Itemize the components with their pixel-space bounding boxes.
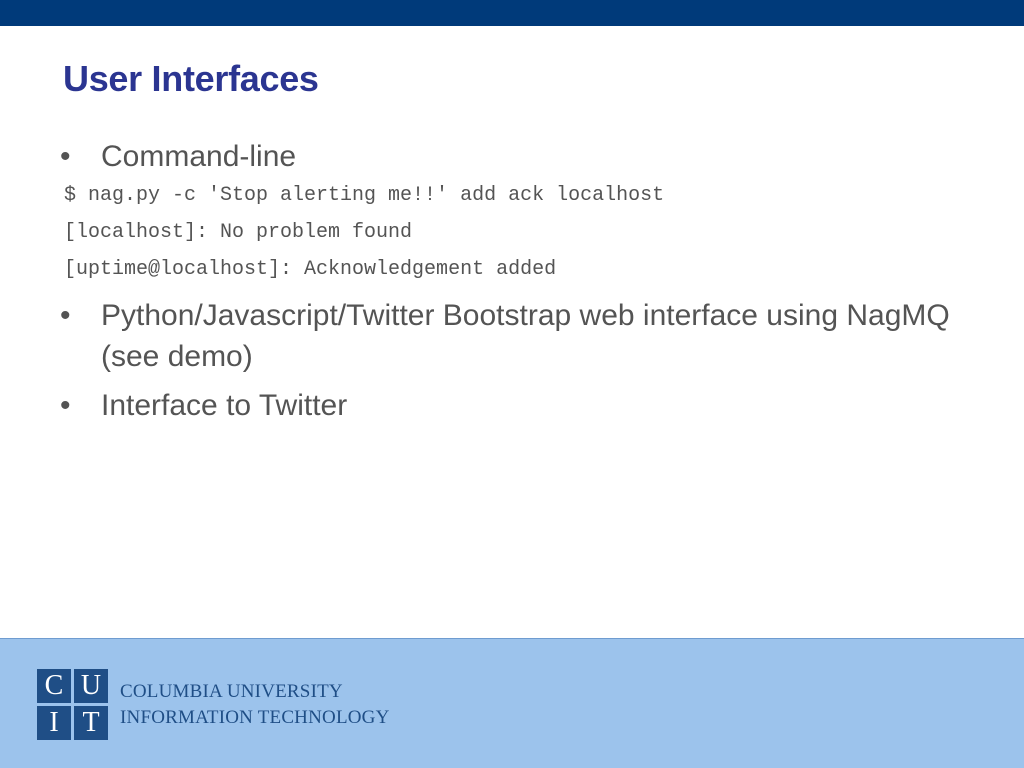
logo-line-1: COLUMBIA UNIVERSITY (120, 680, 343, 702)
logo-letter-i: I (37, 706, 71, 740)
code-line: [uptime@localhost]: Acknowledgement adde… (64, 258, 557, 281)
slide: User Interfaces • Command-line $ nag.py … (0, 0, 1024, 768)
bullet-text: Interface to Twitter (101, 389, 348, 422)
slide-content: • Command-line $ nag.py -c 'Stop alertin… (60, 136, 960, 426)
top-bar (0, 0, 1024, 26)
bullet-icon: • (60, 389, 71, 422)
bullet-item-command-line: • Command-line (60, 136, 960, 177)
bullet-item-twitter: • Interface to Twitter (60, 385, 960, 426)
cuit-logo: C U I T COLUMBIA UNIVERSITY INFORMATION … (37, 669, 390, 740)
logo-mark: C U I T (37, 669, 108, 740)
logo-letter-u: U (74, 669, 108, 703)
logo-letter-c: C (37, 669, 71, 703)
bullet-item-web-interface: • Python/Javascript/Twitter Bootstrap we… (60, 295, 960, 377)
code-line: [localhost]: No problem found (64, 221, 413, 244)
code-line: $ nag.py -c 'Stop alerting me!!' add ack… (64, 184, 665, 207)
bullet-icon: • (60, 299, 71, 332)
logo-line-2: INFORMATION TECHNOLOGY (120, 706, 390, 728)
slide-title: User Interfaces (63, 58, 319, 99)
code-block: $ nag.py -c 'Stop alerting me!!' add ack… (60, 177, 960, 288)
bullet-text: Python/Javascript/Twitter Bootstrap web … (101, 299, 950, 373)
bullet-text: Command-line (101, 140, 297, 173)
footer: C U I T COLUMBIA UNIVERSITY INFORMATION … (0, 638, 1024, 768)
logo-wordmark: COLUMBIA UNIVERSITY INFORMATION TECHNOLO… (120, 679, 390, 731)
logo-letter-t: T (74, 706, 108, 740)
bullet-icon: • (60, 140, 71, 173)
